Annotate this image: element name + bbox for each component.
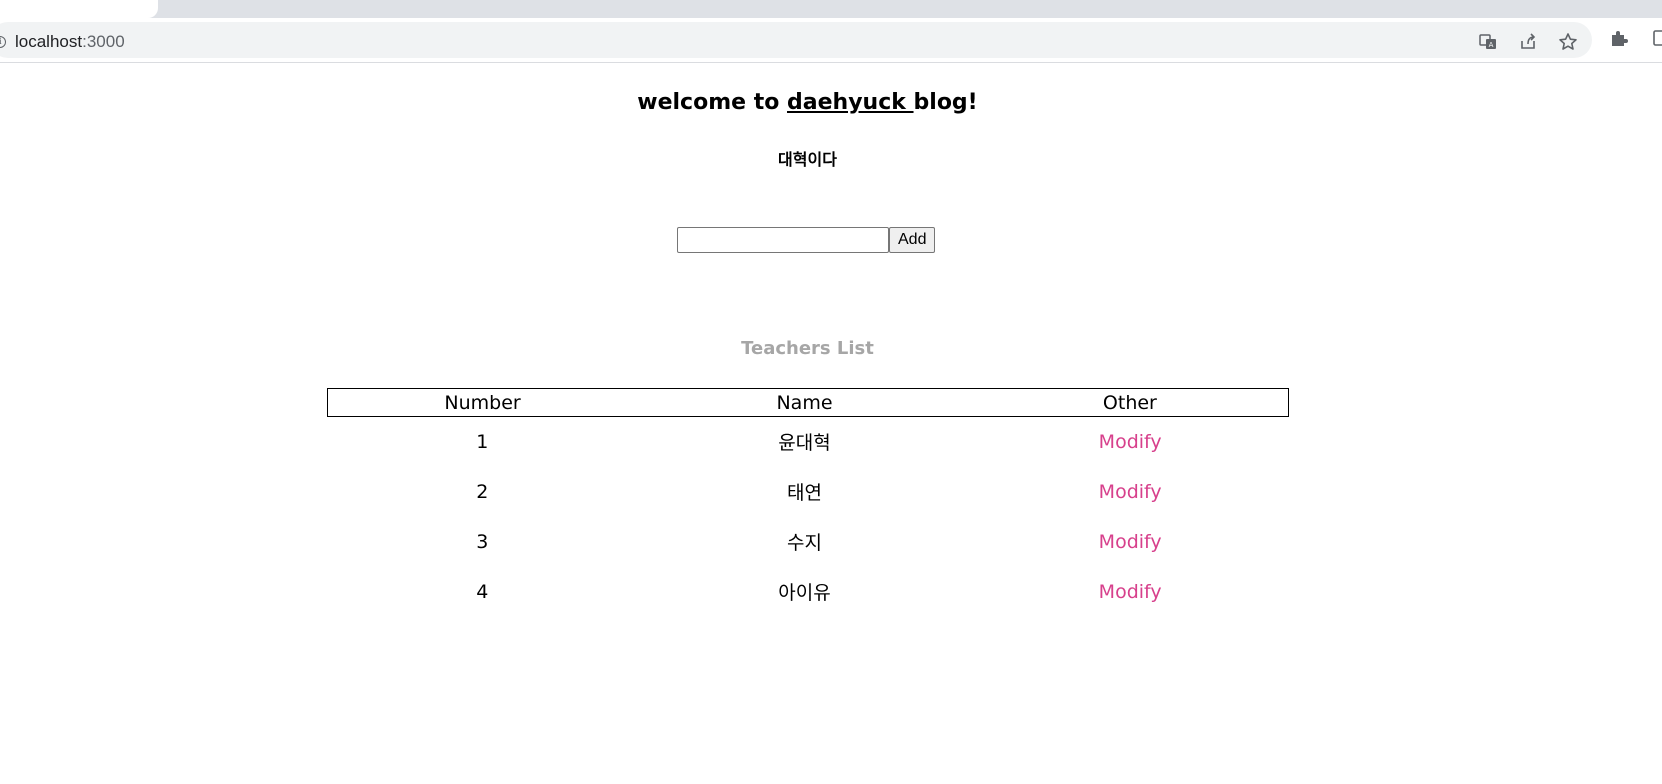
url-text[interactable]: localhost:3000 — [15, 32, 125, 52]
table-row: 4 아이유 Modify — [328, 567, 1289, 617]
info-icon[interactable]: i — [0, 36, 6, 48]
row-name: 태연 — [787, 482, 822, 504]
teachers-list-title: Teachers List — [741, 338, 874, 359]
add-button[interactable]: Add — [889, 227, 936, 253]
welcome-suffix: blog! — [913, 90, 978, 115]
share-icon[interactable] — [1517, 32, 1539, 54]
teachers-table: Number Name Other 1 윤대혁 Modify 2 태연 Modi… — [327, 388, 1289, 617]
table-header-row: Number Name Other — [327, 388, 1289, 417]
row-number: 2 — [476, 480, 489, 503]
welcome-heading: welcome to daehyuck blog! — [0, 90, 1615, 115]
column-header-other: Other — [1102, 391, 1157, 414]
row-name: 윤대혁 — [778, 432, 831, 455]
table-row: 2 태연 Modify — [328, 467, 1289, 517]
page-content: welcome to daehyuck blog! 대혁이다 Add Teach… — [0, 64, 1662, 784]
teacher-name-input[interactable] — [677, 227, 889, 253]
extensions-icon[interactable] — [1608, 28, 1630, 50]
column-header-name: Name — [776, 391, 833, 414]
url-port: :3000 — [82, 32, 125, 51]
modify-link[interactable]: Modify — [972, 467, 1289, 517]
translate-icon[interactable]: A — [1477, 32, 1499, 54]
page-subtitle: 대혁이다 — [778, 150, 837, 169]
welcome-prefix: welcome to — [637, 90, 788, 115]
browser-toolbar: i localhost:3000 A — [0, 18, 1662, 63]
row-number: 4 — [476, 580, 489, 603]
table-row: 3 수지 Modify — [328, 517, 1289, 567]
active-tab[interactable] — [0, 0, 158, 18]
url-host: localhost — [15, 32, 83, 51]
address-bar[interactable]: i localhost:3000 A — [0, 22, 1592, 58]
modify-link[interactable]: Modify — [972, 417, 1289, 467]
tab-strip — [0, 0, 1662, 18]
column-header-number: Number — [444, 391, 521, 414]
welcome-name: daehyuck — [787, 90, 914, 115]
row-number: 3 — [476, 530, 489, 553]
row-name: 수지 — [787, 532, 822, 554]
modify-link[interactable]: Modify — [972, 567, 1289, 617]
modify-link[interactable]: Modify — [972, 517, 1289, 567]
row-number: 1 — [476, 430, 489, 453]
side-panel-icon[interactable] — [1648, 28, 1662, 50]
svg-text:A: A — [1489, 41, 1494, 49]
bookmark-star-icon[interactable] — [1557, 32, 1579, 54]
table-row: 1 윤대혁 Modify — [328, 417, 1289, 467]
add-teacher-form: Add — [677, 227, 936, 253]
row-name: 아이유 — [778, 582, 831, 604]
